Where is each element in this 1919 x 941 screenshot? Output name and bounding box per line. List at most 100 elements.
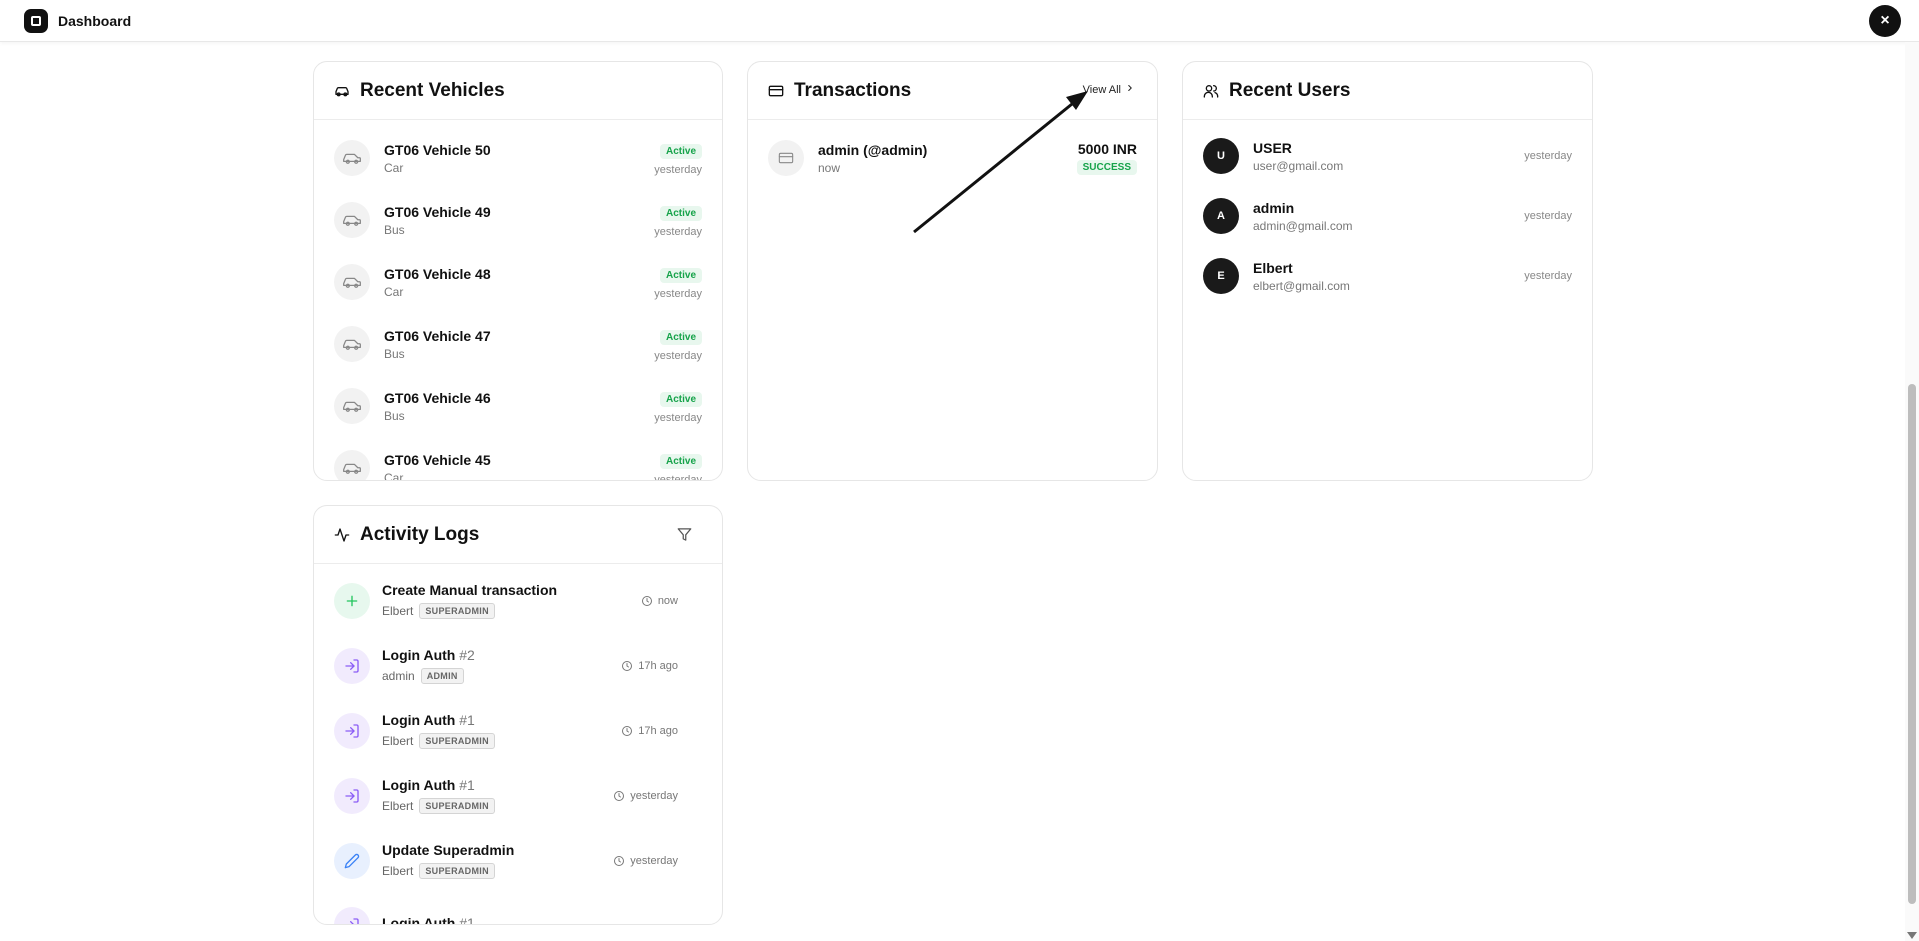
avatar: A	[1203, 198, 1239, 234]
clock-icon	[613, 855, 625, 867]
activity-row[interactable]: Create Manual transaction Elbert SUPERADM…	[334, 582, 702, 619]
vehicle-row[interactable]: GT06 Vehicle 45 Car Active yesterday	[334, 450, 702, 481]
recent-vehicles-card: Recent Vehicles GT06 Vehicle 50 Car Active…	[313, 61, 723, 481]
clock-icon	[613, 790, 625, 802]
vehicle-name: GT06 Vehicle 45	[384, 451, 491, 468]
car-icon	[334, 326, 370, 362]
vehicle-name: GT06 Vehicle 48	[384, 265, 491, 282]
vehicle-name: GT06 Vehicle 47	[384, 327, 491, 344]
transactions-card: Transactions View All admin (@admin) now…	[747, 61, 1158, 481]
role-badge: SUPERADMIN	[419, 603, 495, 619]
vehicle-row[interactable]: GT06 Vehicle 49 Bus Active yesterday	[334, 202, 702, 238]
scrollbar-thumb[interactable]	[1908, 384, 1916, 904]
vehicle-row[interactable]: GT06 Vehicle 47 Bus Active yesterday	[334, 326, 702, 362]
user-row[interactable]: Aadmin admin@gmail.com yesterday	[1203, 198, 1572, 234]
vehicle-type: Bus	[384, 346, 405, 361]
vehicle-name: GT06 Vehicle 49	[384, 203, 491, 220]
activity-row[interactable]: Login Auth #1	[334, 907, 702, 925]
car-icon	[334, 450, 370, 480]
credit-card-icon	[768, 140, 804, 176]
vehicle-time: yesterday	[654, 163, 702, 176]
page-scrollbar[interactable]	[1905, 42, 1919, 941]
chevron-right-icon	[1125, 83, 1135, 96]
vehicle-time: yesterday	[654, 225, 702, 238]
activity-logs-title: Activity Logs	[360, 523, 480, 545]
status-badge: Active	[659, 267, 702, 283]
car-icon	[334, 140, 370, 176]
top-bar: Dashboard ×	[0, 0, 1919, 42]
login-icon	[334, 712, 370, 749]
log-user: Elbert	[382, 734, 414, 748]
log-user: admin	[382, 669, 415, 683]
vehicle-name: GT06 Vehicle 46	[384, 389, 491, 406]
transaction-time: now	[818, 160, 841, 175]
vehicle-type: Car	[384, 470, 404, 481]
log-time: yesterday	[630, 854, 678, 867]
status-badge: Active	[659, 143, 702, 159]
scroll-down-arrow-icon[interactable]	[1907, 932, 1917, 939]
view-all-label: View All	[1082, 83, 1121, 96]
pencil-icon	[334, 842, 370, 879]
login-icon	[334, 777, 370, 814]
user-time: yesterday	[1524, 150, 1572, 162]
log-user: Elbert	[382, 799, 414, 813]
activity-icon	[334, 527, 350, 543]
page-title: Dashboard	[58, 13, 132, 29]
car-icon	[334, 83, 350, 99]
login-icon	[334, 907, 370, 924]
vehicle-row[interactable]: GT06 Vehicle 46 Bus Active yesterday	[334, 388, 702, 424]
users-icon	[1203, 83, 1219, 99]
activity-logs-card: Activity Logs Create Manual transaction …	[313, 505, 723, 925]
user-name: admin	[1253, 199, 1295, 216]
role-badge: SUPERADMIN	[419, 863, 495, 879]
status-badge: SUCCESS	[1076, 160, 1137, 175]
user-email: admin@gmail.com	[1253, 218, 1353, 233]
status-badge: Active	[659, 453, 702, 469]
role-badge: SUPERADMIN	[419, 733, 495, 749]
credit-card-icon	[768, 83, 784, 99]
log-action: Login Auth	[382, 712, 456, 728]
log-number: #1	[459, 914, 475, 925]
transaction-row[interactable]: admin (@admin) now 5000 INR SUCCESS	[768, 140, 1137, 176]
activity-row[interactable]: Update Superadmin Elbert SUPERADMIN yester…	[334, 842, 702, 879]
log-action: Login Auth	[382, 777, 456, 793]
user-row[interactable]: U USER user@gmail.com yesterday	[1203, 138, 1572, 174]
status-badge: Active	[659, 329, 702, 345]
view-all-link[interactable]: View All	[1083, 83, 1135, 96]
avatar: E	[1203, 258, 1239, 294]
user-name: Elbert	[1253, 259, 1293, 276]
log-action: Login Auth	[382, 647, 456, 663]
recent-vehicles-header: Recent Vehicles	[314, 62, 722, 120]
user-email: elbert@gmail.com	[1253, 278, 1350, 293]
user-name: USER	[1253, 139, 1292, 156]
transaction-amount: 5000 INR	[1077, 141, 1137, 157]
recent-users-card: Recent Users U USER user@gmail.com yesterda…	[1182, 61, 1593, 481]
close-button[interactable]: ×	[1869, 5, 1901, 37]
filter-icon[interactable]	[677, 527, 692, 542]
user-row[interactable]: E Elbert elbert@gmail.com yesterday	[1203, 258, 1572, 294]
vehicle-row[interactable]: GT06 Vehicle 50 Car Active yesterday	[334, 140, 702, 176]
log-time: now	[657, 594, 678, 607]
vehicle-time: yesterday	[654, 349, 702, 362]
vehicle-time: yesterday	[654, 473, 702, 481]
clock-icon	[621, 725, 633, 737]
vehicle-row[interactable]: GT06 Vehicle 48 Car Active yesterday	[334, 264, 702, 300]
log-number: #1	[459, 777, 475, 793]
brand[interactable]: Dashboard	[24, 9, 131, 33]
vehicle-type: Car	[384, 284, 404, 299]
status-badge: Active	[659, 391, 702, 407]
vehicle-type: Bus	[384, 408, 405, 423]
activity-row[interactable]: Login Auth #2 admin ADMIN 17h ago	[334, 647, 702, 684]
log-number: #2	[459, 647, 475, 663]
clock-icon	[641, 595, 653, 607]
log-number: #1	[459, 712, 475, 728]
log-time: 17h ago	[638, 659, 678, 672]
avatar: U	[1203, 138, 1239, 174]
activity-row[interactable]: Login Auth #1 Elbert SUPERADMIN yesterday	[334, 777, 702, 814]
log-time: yesterday	[630, 789, 678, 802]
log-action: Login Auth	[382, 914, 456, 925]
status-badge: Active	[659, 205, 702, 221]
activity-row[interactable]: Login Auth #1 Elbert SUPERADMIN 17h ago	[334, 712, 702, 749]
recent-users-header: Recent Users	[1183, 62, 1592, 120]
log-time: 17h ago	[638, 724, 678, 737]
